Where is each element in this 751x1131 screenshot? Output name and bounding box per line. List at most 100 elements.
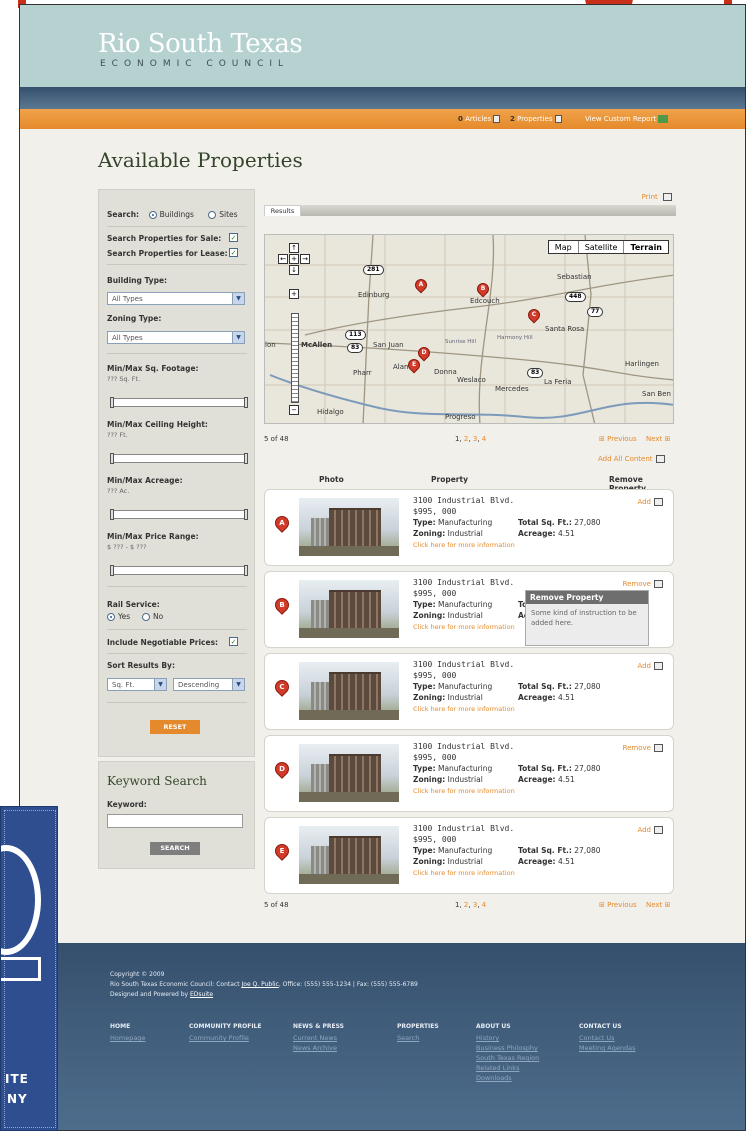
slider-min-handle[interactable] — [110, 509, 114, 520]
building-type-select[interactable]: All Types ▼ — [107, 292, 245, 305]
ceiling-slider[interactable] — [110, 453, 248, 464]
footer-heading-about: ABOUT US — [476, 1023, 511, 1030]
tab-results[interactable]: Results — [264, 205, 301, 216]
page-link-3[interactable]: 3 — [473, 435, 477, 443]
footer-link[interactable]: Community Profile — [189, 1034, 249, 1042]
more-info-link[interactable]: Click here for more information — [413, 787, 515, 795]
properties-link[interactable]: 2 Properties — [510, 115, 562, 123]
property-card[interactable]: E 3100 Industrial Blvd. $995, 000 Type: … — [264, 817, 674, 894]
footer-link[interactable]: History — [476, 1034, 499, 1042]
remove-property-button[interactable]: Remove — [623, 744, 663, 752]
add-property-button[interactable]: Add — [637, 498, 663, 506]
property-photo[interactable] — [299, 662, 399, 720]
pan-down-icon[interactable]: ↓ — [289, 265, 299, 275]
property-card[interactable]: A 3100 Industrial Blvd. $995, 000 Type: … — [264, 489, 674, 566]
satellite-button[interactable]: Satellite — [579, 241, 625, 253]
report-icon — [658, 115, 669, 123]
footer-link[interactable]: Contact Us — [579, 1034, 615, 1042]
slider-max-handle[interactable] — [244, 397, 248, 408]
rail-yes-radio[interactable]: Yes — [107, 612, 130, 621]
chevron-down-icon: ▼ — [232, 679, 244, 690]
page-link-3[interactable]: 3 — [473, 901, 477, 909]
property-card[interactable]: D 3100 Industrial Blvd. $995, 000 Type: … — [264, 735, 674, 812]
site-logo-title[interactable]: Rio South Texas — [98, 29, 303, 59]
footer-link[interactable]: Current News — [293, 1034, 337, 1042]
page-link-1[interactable]: 1 — [455, 435, 459, 443]
footer-link[interactable]: Downloads — [476, 1074, 512, 1082]
chevron-down-icon: ▼ — [232, 332, 244, 343]
print-button[interactable]: Print — [642, 193, 672, 201]
pan-right-icon[interactable]: → — [300, 254, 310, 264]
pan-up-icon[interactable]: ↑ — [289, 243, 299, 253]
add-property-button[interactable]: Add — [637, 662, 663, 670]
zoom-out-icon[interactable]: − — [289, 405, 299, 415]
search-button[interactable]: SEARCH — [150, 842, 200, 855]
contact-link[interactable]: Joe Q. Public — [242, 981, 279, 988]
footer-link[interactable]: Homepage — [110, 1034, 145, 1042]
terrain-button[interactable]: Terrain — [624, 241, 668, 253]
sort-order-select[interactable]: Descending ▼ — [173, 678, 245, 691]
more-info-link[interactable]: Click here for more information — [413, 869, 515, 877]
property-photo[interactable] — [299, 580, 399, 638]
sale-checkbox[interactable]: ✓ — [229, 233, 238, 242]
custom-report-link[interactable]: View Custom Report — [585, 115, 669, 123]
page-link-4[interactable]: 4 — [482, 901, 486, 909]
footer-link[interactable]: Related Links — [476, 1064, 519, 1072]
more-info-link[interactable]: Click here for more information — [413, 623, 515, 631]
zoom-slider[interactable] — [291, 313, 299, 403]
sqft-slider[interactable] — [110, 397, 248, 408]
page-link-4[interactable]: 4 — [482, 435, 486, 443]
footer-link[interactable]: Search — [397, 1034, 419, 1042]
property-photo[interactable] — [299, 498, 399, 556]
footer-link[interactable]: South Texas Region — [476, 1054, 539, 1062]
lease-checkbox[interactable]: ✓ — [229, 248, 238, 257]
radio-sites[interactable]: Sites — [208, 210, 238, 219]
articles-link[interactable]: 0 Articles — [458, 115, 501, 123]
rail-no-radio[interactable]: No — [142, 612, 163, 621]
acreage-slider[interactable] — [110, 509, 248, 520]
footer-link[interactable]: News Archive — [293, 1044, 337, 1052]
pan-left-icon[interactable]: ← — [278, 254, 288, 264]
slider-min-handle[interactable] — [110, 565, 114, 576]
page-link-2[interactable]: 2 — [464, 435, 468, 443]
edsuite-link[interactable]: EDsuite — [190, 991, 213, 998]
utility-bar: 0 Articles 2 Properties View Custom Repo… — [20, 109, 745, 129]
footer-link[interactable]: Meeting Agendas — [579, 1044, 635, 1052]
map-label: Weslaco — [457, 376, 486, 384]
footer-link[interactable]: Business Philosphy — [476, 1044, 538, 1052]
slider-min-handle[interactable] — [110, 453, 114, 464]
add-property-button[interactable]: Add — [637, 826, 663, 834]
more-info-link[interactable]: Click here for more information — [413, 541, 515, 549]
zoom-in-icon[interactable]: + — [289, 289, 299, 299]
negotiable-checkbox[interactable]: ✓ — [229, 637, 238, 646]
keyword-input[interactable] — [107, 814, 243, 828]
property-map[interactable]: Map Satellite Terrain ↑ ← + → ↓ + − Edin… — [264, 234, 674, 424]
site-logo-subtitle: ECONOMIC COUNCIL — [100, 59, 290, 69]
pan-center-icon[interactable]: + — [289, 254, 299, 264]
radio-buildings[interactable]: Buildings — [148, 210, 194, 219]
previous-link[interactable]: ⊞ Previous — [599, 901, 637, 909]
property-photo[interactable] — [299, 826, 399, 884]
more-info-link[interactable]: Click here for more information — [413, 705, 515, 713]
next-link[interactable]: Next ⊞ — [646, 901, 670, 909]
next-link[interactable]: Next ⊞ — [646, 435, 670, 443]
page-link-1[interactable]: 1 — [455, 901, 459, 909]
slider-max-handle[interactable] — [244, 565, 248, 576]
previous-link[interactable]: ⊞ Previous — [599, 435, 637, 443]
tooltip-body: Some kind of instruction to be added her… — [531, 609, 637, 627]
remove-property-button[interactable]: Remove — [623, 580, 663, 588]
price-slider[interactable] — [110, 565, 248, 576]
reset-button[interactable]: RESET — [150, 720, 200, 734]
property-photo[interactable] — [299, 744, 399, 802]
slider-max-handle[interactable] — [244, 509, 248, 520]
sort-field-select[interactable]: Sq. Ft. ▼ — [107, 678, 167, 691]
map-button[interactable]: Map — [549, 241, 579, 253]
slider-max-handle[interactable] — [244, 453, 248, 464]
page-link-2[interactable]: 2 — [464, 901, 468, 909]
slider-min-handle[interactable] — [110, 397, 114, 408]
add-all-content-button[interactable]: Add All Content — [598, 455, 665, 463]
zoning-type-select[interactable]: All Types ▼ — [107, 331, 245, 344]
property-card[interactable]: B 3100 Industrial Blvd. $995, 000 Type: … — [264, 571, 674, 648]
property-card[interactable]: C 3100 Industrial Blvd. $995, 000 Type: … — [264, 653, 674, 730]
add-document-icon — [654, 662, 663, 670]
